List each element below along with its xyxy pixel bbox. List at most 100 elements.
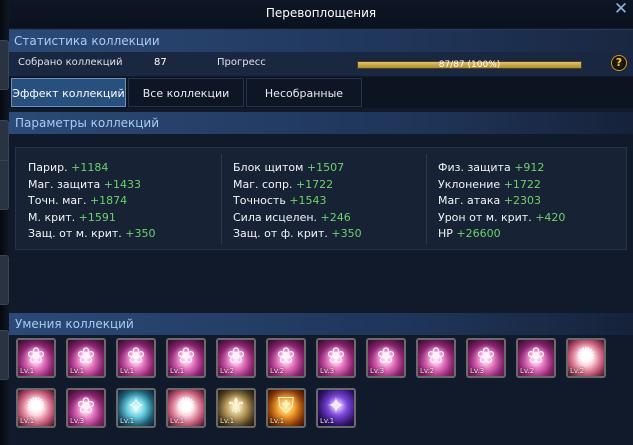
collected-label: Собрано коллекций <box>18 57 123 68</box>
tab-all-collections[interactable]: Все коллекции <box>128 78 244 107</box>
collection-skill-slot[interactable]: ⚜ Lv.1 <box>216 388 256 428</box>
collection-skill-slot[interactable]: ❀ Lv.3 <box>366 338 406 378</box>
collection-skill-slot[interactable]: ❀ Lv.1 <box>66 338 106 378</box>
param-bonus: +1874 <box>89 194 128 207</box>
side-tab[interactable] <box>0 40 9 90</box>
param-name: Урон от м. крит. <box>438 210 536 224</box>
param-name: Блок щитом <box>233 161 307 174</box>
collected-value: 87 <box>154 57 167 68</box>
param-name: Парир. <box>28 161 72 174</box>
skill-level: Lv.2 <box>520 367 535 375</box>
progress-text: 87/87 (100%) <box>438 60 501 70</box>
skill-level: Lv.1 <box>220 417 235 425</box>
param-row: Урон от м. крит. +420 <box>438 210 565 227</box>
param-bonus: +2303 <box>503 194 541 207</box>
left-side-strip <box>0 0 9 445</box>
progress-label: Прогресс <box>217 57 266 68</box>
param-name: Физ. защита <box>438 161 515 174</box>
tab-uncollected[interactable]: Несобранные <box>246 78 362 107</box>
param-row: Точность +1543 <box>233 193 362 210</box>
param-bonus: +1722 <box>295 177 334 191</box>
side-tab[interactable] <box>0 160 9 210</box>
skill-level: Lv.3 <box>370 367 385 375</box>
param-row: Маг. сопр. +1722 <box>233 177 362 194</box>
collection-skill-slot[interactable]: ✺ Lv.2 <box>566 338 606 378</box>
collection-skill-slot[interactable]: ❀ Lv.1 <box>116 338 156 378</box>
param-name: Маг. защита <box>28 177 104 191</box>
skill-level: Lv.3 <box>70 417 85 425</box>
skill-level: Lv.1 <box>320 417 335 425</box>
skill-level: Lv.1 <box>170 417 185 425</box>
param-bonus: +1543 <box>289 194 327 207</box>
param-name: Защ. от ф. крит. <box>233 227 332 240</box>
param-name: Уклонение <box>438 177 504 191</box>
skills-header: Умения коллекций <box>9 313 633 335</box>
param-row: Парир. +1184 <box>28 160 155 177</box>
params-column-1: Парир. +1184 Маг. защита +1433 Точн. маг. … <box>28 160 155 243</box>
collection-skill-slot[interactable]: ❀ Lv.2 <box>266 338 306 378</box>
collection-skill-slot[interactable]: ❀ Lv.2 <box>216 338 256 378</box>
params-column-2: Блок щитом +1507 Маг. сопр. +1722 Точность… <box>233 160 362 243</box>
collection-skill-slot[interactable]: ❀ Lv.1 <box>166 338 206 378</box>
close-icon[interactable]: ✕ <box>611 0 631 19</box>
collection-skill-slot[interactable]: ❀ Lv.2 <box>416 338 456 378</box>
param-row: Сила исцелен. +246 <box>233 210 362 227</box>
collection-stats-panel: Статистика коллекции Собрано коллекций 8… <box>9 29 633 76</box>
param-name: Сила исцелен. <box>233 210 321 224</box>
collection-skill-slot[interactable]: ✦ Lv.1 <box>316 388 356 428</box>
param-row: Защ. от м. крит. +350 <box>28 226 155 243</box>
param-name: М. крит. <box>28 210 79 224</box>
title-bar[interactable]: Перевоплощения ✕ <box>9 0 633 28</box>
skill-level: Lv.1 <box>170 367 185 375</box>
param-row: Блок щитом +1507 <box>233 160 362 177</box>
collection-skill-slot[interactable]: ❀ Lv.2 <box>516 338 556 378</box>
skill-level: Lv.1 <box>20 417 35 425</box>
param-bonus: +1184 <box>71 161 109 174</box>
param-name: Точн. маг. <box>28 194 90 207</box>
param-name: Точность <box>233 194 290 207</box>
params-box: Парир. +1184 Маг. защита +1433 Точн. маг. … <box>15 147 627 250</box>
collection-skill-slot[interactable]: ❀ Lv.3 <box>466 338 506 378</box>
param-name: Маг. атака <box>438 194 504 207</box>
collection-skill-slot[interactable]: ❀ Lv.3 <box>66 388 106 428</box>
skill-level: Lv.1 <box>20 367 35 375</box>
param-row: Физ. защита +912 <box>438 160 565 177</box>
skill-level: Lv.1 <box>270 417 285 425</box>
skill-level: Lv.3 <box>470 367 485 375</box>
skill-level: Lv.2 <box>420 367 435 375</box>
side-tab[interactable] <box>0 255 9 305</box>
skill-level: Lv.3 <box>320 367 335 375</box>
param-bonus: +246 <box>320 210 351 224</box>
collection-skill-slot[interactable]: ✺ Lv.1 <box>16 388 56 428</box>
params-column-3: Физ. защита +912 Уклонение +1722 Маг. атак… <box>438 160 565 243</box>
param-row: М. крит. +1591 <box>28 210 155 227</box>
side-tab[interactable] <box>0 330 9 380</box>
skill-level: Lv.1 <box>70 367 85 375</box>
skill-level: Lv.2 <box>270 367 285 375</box>
param-name: HP <box>438 227 457 240</box>
param-bonus: +26600 <box>456 227 501 240</box>
param-bonus: +420 <box>535 210 566 224</box>
collection-skill-slot[interactable]: ❀ Lv.1 <box>16 338 56 378</box>
collection-skill-slot[interactable]: ✧ Lv.1 <box>116 388 156 428</box>
column-divider <box>426 154 427 244</box>
skill-level: Lv.2 <box>570 367 585 375</box>
skills-title: Умения коллекций <box>15 317 134 331</box>
collection-skill-slot[interactable]: ⛨ Lv.1 <box>266 388 306 428</box>
tab-bar: Эффект коллекций Все коллекции Несобранн… <box>9 77 633 108</box>
param-bonus: +1591 <box>78 210 116 224</box>
param-row: Точн. маг. +1874 <box>28 193 155 210</box>
params-header: Параметры коллекций <box>9 112 633 134</box>
params-title: Параметры коллекций <box>15 116 160 130</box>
param-name: Маг. сопр. <box>233 177 296 191</box>
collection-skill-slot[interactable]: ❀ Lv.3 <box>316 338 356 378</box>
stats-title: Статистика коллекции <box>14 34 160 48</box>
help-icon[interactable]: ? <box>611 55 627 71</box>
param-bonus: +350 <box>125 227 156 240</box>
param-row: Защ. от ф. крит. +350 <box>233 226 362 243</box>
stats-header: Статистика коллекции <box>9 30 633 52</box>
tab-collection-effect[interactable]: Эффект коллекций <box>11 78 126 107</box>
skill-level: Lv.1 <box>120 367 135 375</box>
collection-skill-slot[interactable]: ✺ Lv.1 <box>166 388 206 428</box>
param-bonus: +1722 <box>503 177 541 191</box>
